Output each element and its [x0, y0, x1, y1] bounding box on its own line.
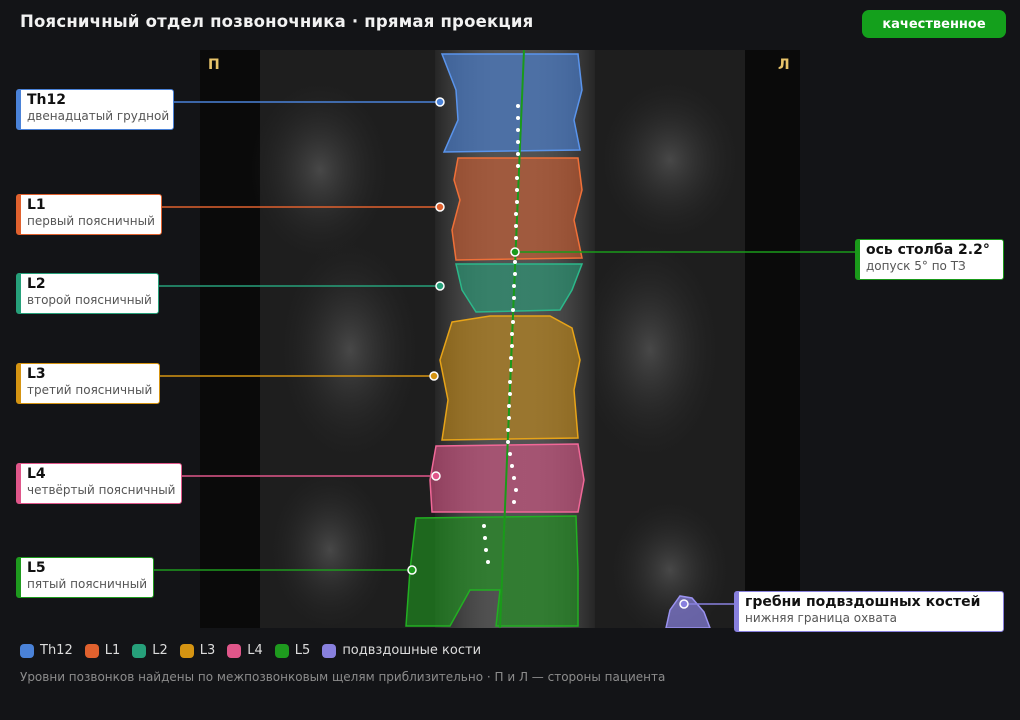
legend-label: L3	[199, 643, 216, 658]
callout-l1[interactable]: L1 первый поясничный	[16, 194, 162, 235]
callout-l4[interactable]: L4 четвёртый поясничный	[16, 463, 182, 504]
callout-iliac-description: нижняя граница охвата	[745, 611, 898, 625]
callout-l2-description: второй поясничный	[27, 293, 152, 307]
legend-swatch	[179, 643, 194, 658]
legend: Th12 L1 L2 L3 L4 L5 подвздошные кости	[20, 643, 493, 658]
legend-label: L1	[104, 643, 121, 658]
callout-l1-name: L1	[27, 197, 46, 213]
legend-label: L5	[294, 643, 311, 658]
page-title: Поясничный отдел позвоночника · прямая п…	[20, 12, 534, 31]
footnote: Уровни позвонков найдены по межпозвонков…	[20, 670, 666, 684]
callout-th12[interactable]: Th12 двенадцатый грудной	[16, 89, 174, 130]
left-side-marker: Л	[778, 57, 790, 73]
legend-item-th12[interactable]: Th12	[20, 643, 73, 658]
callout-iliac-name: гребни подвздошных костей	[745, 594, 981, 610]
callout-th12-name: Th12	[27, 92, 66, 108]
callout-l5-name: L5	[27, 560, 46, 576]
callout-l5-description: пятый поясничный	[27, 577, 147, 591]
callout-l3-name: L3	[27, 366, 46, 382]
legend-label: Th12	[40, 643, 73, 658]
callout-th12-description: двенадцатый грудной	[27, 109, 170, 123]
legend-label: L2	[152, 643, 168, 658]
legend-swatch	[274, 643, 289, 658]
vertebra-th12-segment	[440, 53, 583, 153]
callout-l4-description: четвёртый поясничный	[27, 483, 176, 497]
callout-iliac-crests[interactable]: гребни подвздошных костей нижняя граница…	[734, 591, 1004, 632]
callout-axis-description: допуск 5° по ТЗ	[866, 259, 966, 273]
legend-item-l1[interactable]: L1	[84, 643, 121, 658]
legend-label: L4	[247, 643, 263, 658]
vertebra-l4-segment	[429, 443, 585, 513]
legend-swatch	[227, 643, 242, 658]
vertebra-l3-segment	[439, 315, 581, 441]
legend-item-l5[interactable]: L5	[274, 643, 311, 658]
quality-badge[interactable]: качественное	[862, 10, 1006, 38]
vertebra-l2-segment	[455, 263, 584, 313]
legend-item-iliac[interactable]: подвздошные кости	[322, 643, 481, 658]
callout-l5[interactable]: L5 пятый поясничный	[16, 557, 154, 598]
callout-l3[interactable]: L3 третий поясничный	[16, 363, 160, 404]
legend-item-l2[interactable]: L2	[132, 643, 168, 658]
legend-swatch	[322, 643, 337, 658]
legend-swatch	[84, 643, 99, 658]
legend-item-l4[interactable]: L4	[227, 643, 263, 658]
legend-swatch	[132, 643, 147, 658]
callout-l3-description: третий поясничный	[27, 383, 153, 397]
callout-l2[interactable]: L2 второй поясничный	[16, 273, 159, 314]
legend-swatch	[20, 643, 34, 658]
callout-axis-name: ось столба 2.2°	[866, 242, 990, 258]
callout-spine-axis[interactable]: ось столба 2.2° допуск 5° по ТЗ	[855, 239, 1004, 280]
xray-image	[200, 50, 800, 628]
legend-item-l3[interactable]: L3	[179, 643, 216, 658]
callout-l1-description: первый поясничный	[27, 214, 155, 228]
legend-label: подвздошные кости	[342, 643, 482, 658]
vertebra-l1-segment	[451, 157, 583, 261]
right-side-marker: П	[208, 57, 220, 73]
callout-l4-name: L4	[27, 466, 46, 482]
callout-l2-name: L2	[27, 276, 46, 292]
